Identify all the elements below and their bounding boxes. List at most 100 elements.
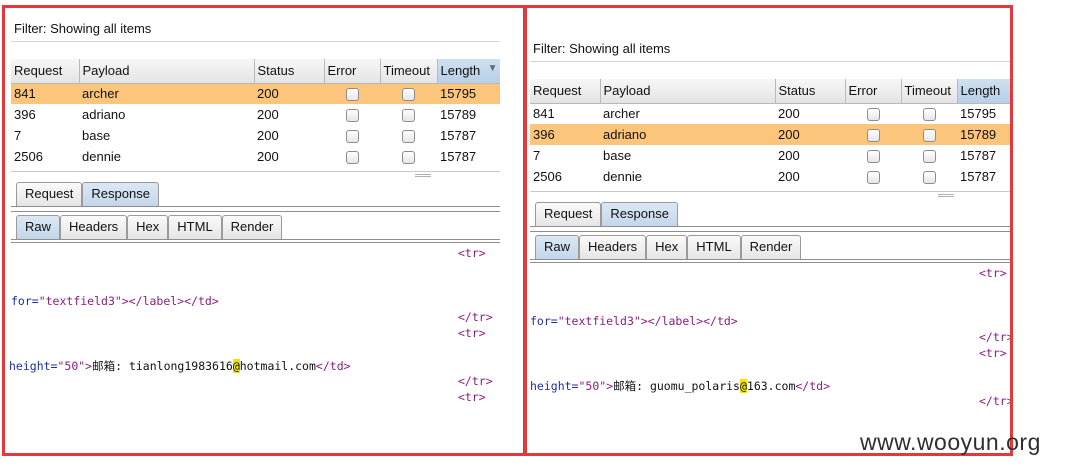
request-cell: 841 — [11, 83, 79, 104]
error-checkbox-cell — [845, 145, 901, 166]
tab-response[interactable]: Response — [601, 202, 678, 226]
column-header-status[interactable]: Status — [775, 79, 846, 104]
status-cell: 200 — [257, 149, 279, 164]
timeout-checkbox[interactable] — [922, 108, 936, 122]
payload-cell: adriano — [82, 107, 126, 122]
viewer-tabs: Raw Headers Hex HTML Render — [530, 232, 1010, 260]
status-cell: 200 — [778, 148, 800, 163]
error-checkbox[interactable] — [866, 108, 880, 122]
timeout-checkbox[interactable] — [402, 88, 415, 102]
error-checkbox[interactable] — [345, 130, 359, 144]
column-header-payload[interactable]: Payload — [79, 59, 255, 84]
error-checkbox[interactable] — [866, 171, 880, 185]
pane-splitter[interactable] — [11, 172, 500, 181]
timeout-checkbox[interactable] — [922, 171, 936, 185]
code-line: <tr> — [458, 326, 486, 340]
subtab-render[interactable]: Render — [740, 235, 802, 259]
response-raw-view[interactable]: <tr> for="textfield3"></label></td> </tr… — [530, 262, 1010, 412]
tab-response[interactable]: Response — [82, 182, 159, 206]
column-header-timeout[interactable]: Timeout — [380, 59, 438, 84]
code-line: </tr> — [979, 330, 1013, 344]
tab-request[interactable]: Request — [16, 182, 83, 206]
timeout-checkbox-cell — [380, 146, 437, 167]
payload-cell: dennie — [82, 149, 122, 164]
timeout-checkbox[interactable] — [402, 151, 415, 165]
table-row[interactable]: 396 adriano 200 15789 — [530, 124, 1010, 145]
error-checkbox-cell — [324, 83, 380, 104]
subtab-hex[interactable]: Hex — [127, 215, 169, 239]
table-row[interactable]: 841 archer 200 15795 — [11, 83, 500, 104]
length-cell: 15789 — [440, 107, 477, 122]
table-row[interactable]: 841 archer 200 15795 — [530, 103, 1010, 124]
subtab-html[interactable]: HTML — [168, 215, 222, 239]
column-header-request[interactable]: Request — [530, 79, 601, 104]
response-raw-view[interactable]: <tr> for="textfield3"></label></td> </tr… — [9, 242, 500, 442]
column-header-payload[interactable]: Payload — [600, 79, 776, 104]
request-cell: 396 — [14, 107, 36, 122]
table-row[interactable]: 396 adriano 200 15789 — [11, 104, 500, 125]
splitter-grip-icon[interactable] — [415, 174, 431, 177]
column-header-length[interactable]: Length ▼ — [437, 59, 500, 84]
column-header-request[interactable]: Request — [11, 59, 80, 84]
error-checkbox[interactable] — [345, 151, 359, 165]
code-line-email: height="50">邮箱: tianlong1983616@hotmail.… — [9, 359, 351, 373]
search-highlight: @ — [739, 379, 747, 393]
timeout-checkbox[interactable] — [402, 130, 415, 144]
status-cell: 200 — [254, 83, 324, 104]
status-cell: 200 — [778, 106, 800, 122]
timeout-checkbox[interactable] — [402, 109, 415, 123]
status-cell: 200 — [257, 128, 279, 143]
subtab-headers[interactable]: Headers — [579, 235, 647, 259]
intruder-results-window: Filter: Showing all items Request Payloa… — [530, 36, 1010, 446]
error-checkbox[interactable] — [345, 88, 359, 102]
length-cell: 15787 — [440, 149, 477, 164]
filter-bar[interactable]: Filter: Showing all items — [530, 36, 1010, 62]
code-line: <tr> — [979, 266, 1007, 280]
length-cell: 15787 — [960, 169, 997, 184]
code-line: </tr> — [458, 310, 493, 324]
timeout-checkbox[interactable] — [922, 129, 936, 143]
column-header-status[interactable]: Status — [254, 59, 325, 84]
subtab-raw[interactable]: Raw — [16, 215, 61, 239]
results-table-container: Request Payload Status Error Timeout Len… — [11, 59, 500, 172]
status-cell: 200 — [257, 107, 279, 122]
error-checkbox[interactable] — [866, 129, 880, 143]
table-header-row: Request Payload Status Error Timeout Len… — [530, 79, 1010, 104]
subtab-render[interactable]: Render — [221, 215, 283, 239]
error-checkbox[interactable] — [866, 150, 880, 164]
error-checkbox-cell — [324, 104, 380, 125]
table-row[interactable]: 2506 dennie 200 15787 — [11, 146, 500, 167]
pane-splitter[interactable] — [530, 192, 1010, 201]
payload-cell: adriano — [600, 124, 775, 145]
subtab-hex[interactable]: Hex — [646, 235, 688, 259]
payload-cell: archer — [79, 83, 254, 104]
length-cell: 15789 — [957, 124, 1010, 145]
code-line: <tr> — [458, 390, 486, 404]
column-header-timeout[interactable]: Timeout — [901, 79, 958, 104]
length-cell: 15787 — [440, 128, 477, 143]
column-header-error[interactable]: Error — [845, 79, 902, 104]
splitter-grip-icon[interactable] — [938, 194, 954, 197]
left-comparison-panel: Filter: Showing all items Request Payloa… — [2, 5, 526, 456]
timeout-checkbox-cell — [901, 103, 957, 124]
code-line: for="textfield3"></label></td> — [11, 294, 219, 308]
subtab-raw[interactable]: Raw — [535, 235, 580, 259]
column-header-length[interactable]: Length — [957, 79, 1010, 104]
error-checkbox-cell — [845, 166, 901, 187]
timeout-checkbox[interactable] — [922, 150, 936, 164]
results-table-container: Request Payload Status Error Timeout Len… — [530, 79, 1010, 192]
tab-request[interactable]: Request — [535, 202, 602, 226]
error-checkbox[interactable] — [345, 109, 359, 123]
subtab-headers[interactable]: Headers — [60, 215, 128, 239]
table-row[interactable]: 2506 dennie 200 15787 — [530, 166, 1010, 187]
table-header-row: Request Payload Status Error Timeout Len… — [11, 59, 500, 84]
column-header-error[interactable]: Error — [324, 59, 381, 84]
table-row[interactable]: 7 base 200 15787 — [530, 145, 1010, 166]
status-cell: 200 — [778, 169, 800, 184]
message-tabs: Request Response — [530, 201, 1010, 227]
table-row[interactable]: 7 base 200 15787 — [11, 125, 500, 146]
code-line: </tr> — [458, 374, 493, 388]
subtab-html[interactable]: HTML — [687, 235, 741, 259]
timeout-checkbox-cell — [901, 145, 957, 166]
filter-bar[interactable]: Filter: Showing all items — [11, 16, 500, 42]
